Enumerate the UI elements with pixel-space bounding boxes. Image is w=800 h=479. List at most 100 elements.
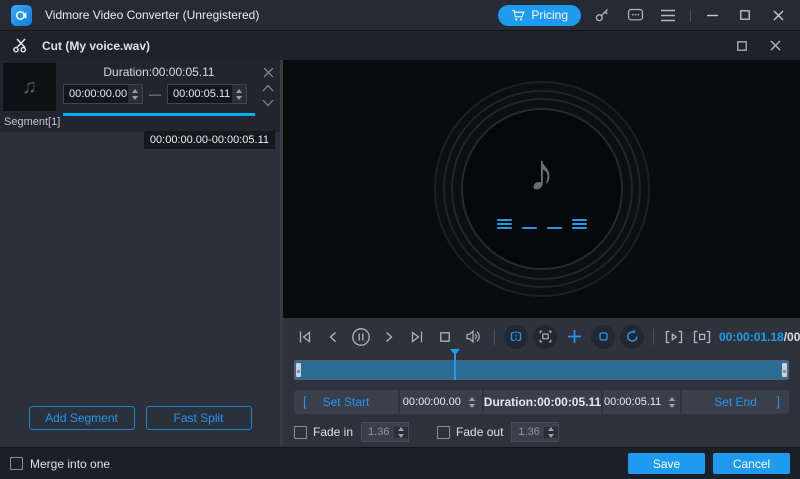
merge-into-one-label: Merge into one	[30, 457, 110, 471]
go-to-start-icon[interactable]	[294, 326, 316, 348]
preview-music-note-icon: ♪	[529, 147, 555, 199]
dialog-maximize-button[interactable]	[730, 34, 754, 58]
fade-out-field: 1.36	[511, 422, 559, 442]
segment-start-field	[63, 84, 143, 104]
segment-start-stepper[interactable]	[128, 85, 142, 103]
pause-button[interactable]	[350, 326, 372, 348]
trim-bar: [ Set Start 00:00:00.00 Duration:00:00:0…	[294, 390, 789, 414]
previous-frame-icon[interactable]	[322, 326, 344, 348]
feedback-icon[interactable]	[623, 3, 647, 27]
stepper-up-icon	[548, 427, 554, 431]
preview-play-segment-icon[interactable]	[663, 326, 685, 348]
add-segment-icon-button[interactable]	[562, 325, 586, 349]
snapshot-frame-button[interactable]	[533, 325, 557, 349]
stepper-down-icon	[669, 404, 675, 408]
segment-thumbnail[interactable]: ♫	[3, 63, 56, 111]
trim-start-stepper[interactable]	[465, 397, 479, 408]
timeline-bar[interactable]	[294, 360, 789, 380]
segment-start-input[interactable]	[64, 85, 128, 103]
maximize-button[interactable]	[733, 3, 757, 27]
trim-start-handle[interactable]	[296, 363, 301, 377]
fade-in-checkbox[interactable]	[294, 426, 307, 439]
trim-duration-label: Duration:00:00:05.11	[484, 395, 601, 409]
cart-icon	[511, 9, 525, 22]
playhead-marker[interactable]	[454, 353, 456, 380]
trim-end-handle[interactable]	[782, 363, 787, 377]
transport-separator	[494, 329, 495, 345]
go-to-end-icon[interactable]	[406, 326, 428, 348]
segment-end-field	[167, 84, 247, 104]
segment-editor: ♫ Segment[1] Duration:00:00:05.11	[0, 60, 280, 132]
move-segment-up-icon[interactable]	[261, 81, 275, 94]
music-note-icon: ♫	[22, 76, 37, 99]
move-segment-down-icon[interactable]	[261, 96, 275, 109]
next-frame-icon[interactable]	[378, 326, 400, 348]
trim-start-field: 00:00:00.00	[400, 390, 482, 414]
segment-end-input[interactable]	[168, 85, 232, 103]
stepper-up-icon	[132, 89, 138, 93]
trim-start-value[interactable]: 00:00:00.00	[403, 396, 461, 408]
preview-stop-segment-icon[interactable]	[691, 326, 713, 348]
volume-icon[interactable]	[462, 326, 484, 348]
fade-in-stepper[interactable]	[394, 427, 408, 438]
titlebar: Vidmore Video Converter (Unregistered) P…	[0, 0, 800, 30]
time-display: 00:00:01.18/00:00:05.11	[719, 330, 800, 344]
right-bracket: ]	[776, 394, 780, 409]
dialog-title: Cut (My voice.wav)	[42, 39, 150, 53]
minimize-button[interactable]	[700, 3, 724, 27]
segment-end-stepper[interactable]	[232, 85, 246, 103]
merge-into-one-checkbox[interactable]	[10, 457, 23, 470]
fast-split-button[interactable]: Fast Split	[146, 406, 252, 430]
segment-duration-label: Duration:00:00:05.11	[63, 65, 255, 79]
delete-segment-icon[interactable]	[261, 66, 275, 79]
current-time: 00:00:01.18	[719, 330, 784, 344]
register-key-icon[interactable]	[590, 3, 614, 27]
stop-icon[interactable]	[434, 326, 456, 348]
split-segment-button[interactable]	[504, 325, 528, 349]
set-start-button[interactable]: [ Set Start	[294, 390, 398, 414]
stepper-down-icon	[132, 96, 138, 100]
dialog-close-button[interactable]	[763, 34, 787, 58]
trim-end-value[interactable]: 00:00:05.11	[604, 396, 661, 408]
total-time: /00:00:05.11	[784, 330, 800, 344]
pricing-button[interactable]: Pricing	[498, 5, 581, 26]
menu-icon[interactable]	[656, 3, 680, 27]
stepper-up-icon	[236, 89, 242, 93]
close-button[interactable]	[766, 3, 790, 27]
fade-out-value[interactable]: 1.36	[512, 426, 544, 438]
fade-out-checkbox[interactable]	[437, 426, 450, 439]
trim-end-stepper[interactable]	[665, 397, 679, 408]
timeline[interactable]	[294, 358, 789, 380]
save-button[interactable]: Save	[628, 453, 705, 474]
fade-in-label: Fade in	[313, 425, 353, 439]
titlebar-separator	[690, 9, 691, 22]
stepper-down-icon	[469, 404, 475, 408]
set-end-button[interactable]: Set End ]	[682, 390, 789, 414]
add-segment-button[interactable]: Add Segment	[29, 406, 135, 430]
set-end-label: Set End	[714, 395, 757, 409]
trim-end-field: 00:00:05.11	[603, 390, 680, 414]
stepper-up-icon	[669, 397, 675, 401]
trim-duration: Duration:00:00:05.11	[484, 390, 601, 414]
cut-dialog-header: Cut (My voice.wav)	[0, 30, 800, 60]
left-bracket: [	[303, 394, 307, 409]
app-logo-icon	[11, 5, 32, 26]
reset-button[interactable]	[620, 325, 644, 349]
segment-range-tooltip: 00:00:00.00-00:00:05.11	[144, 131, 275, 149]
speaker-rings: ♪	[434, 81, 650, 297]
cancel-button[interactable]: Cancel	[713, 453, 790, 474]
segments-panel: ♫ Segment[1] Duration:00:00:05.11	[0, 60, 283, 447]
stepper-down-icon	[236, 96, 242, 100]
range-dash: —	[149, 87, 161, 101]
scissors-icon	[13, 38, 29, 53]
fade-in-value[interactable]: 1.36	[362, 426, 394, 438]
fade-out-label: Fade out	[456, 425, 503, 439]
fade-out-stepper[interactable]	[544, 427, 558, 438]
transport-separator	[653, 329, 654, 345]
copy-segment-button[interactable]	[591, 325, 615, 349]
fade-in-field: 1.36	[361, 422, 409, 442]
footer-bar: Merge into one Save Cancel	[0, 447, 800, 479]
segment-progress-line	[63, 113, 255, 116]
set-start-label: Set Start	[323, 395, 370, 409]
stepper-up-icon	[469, 397, 475, 401]
